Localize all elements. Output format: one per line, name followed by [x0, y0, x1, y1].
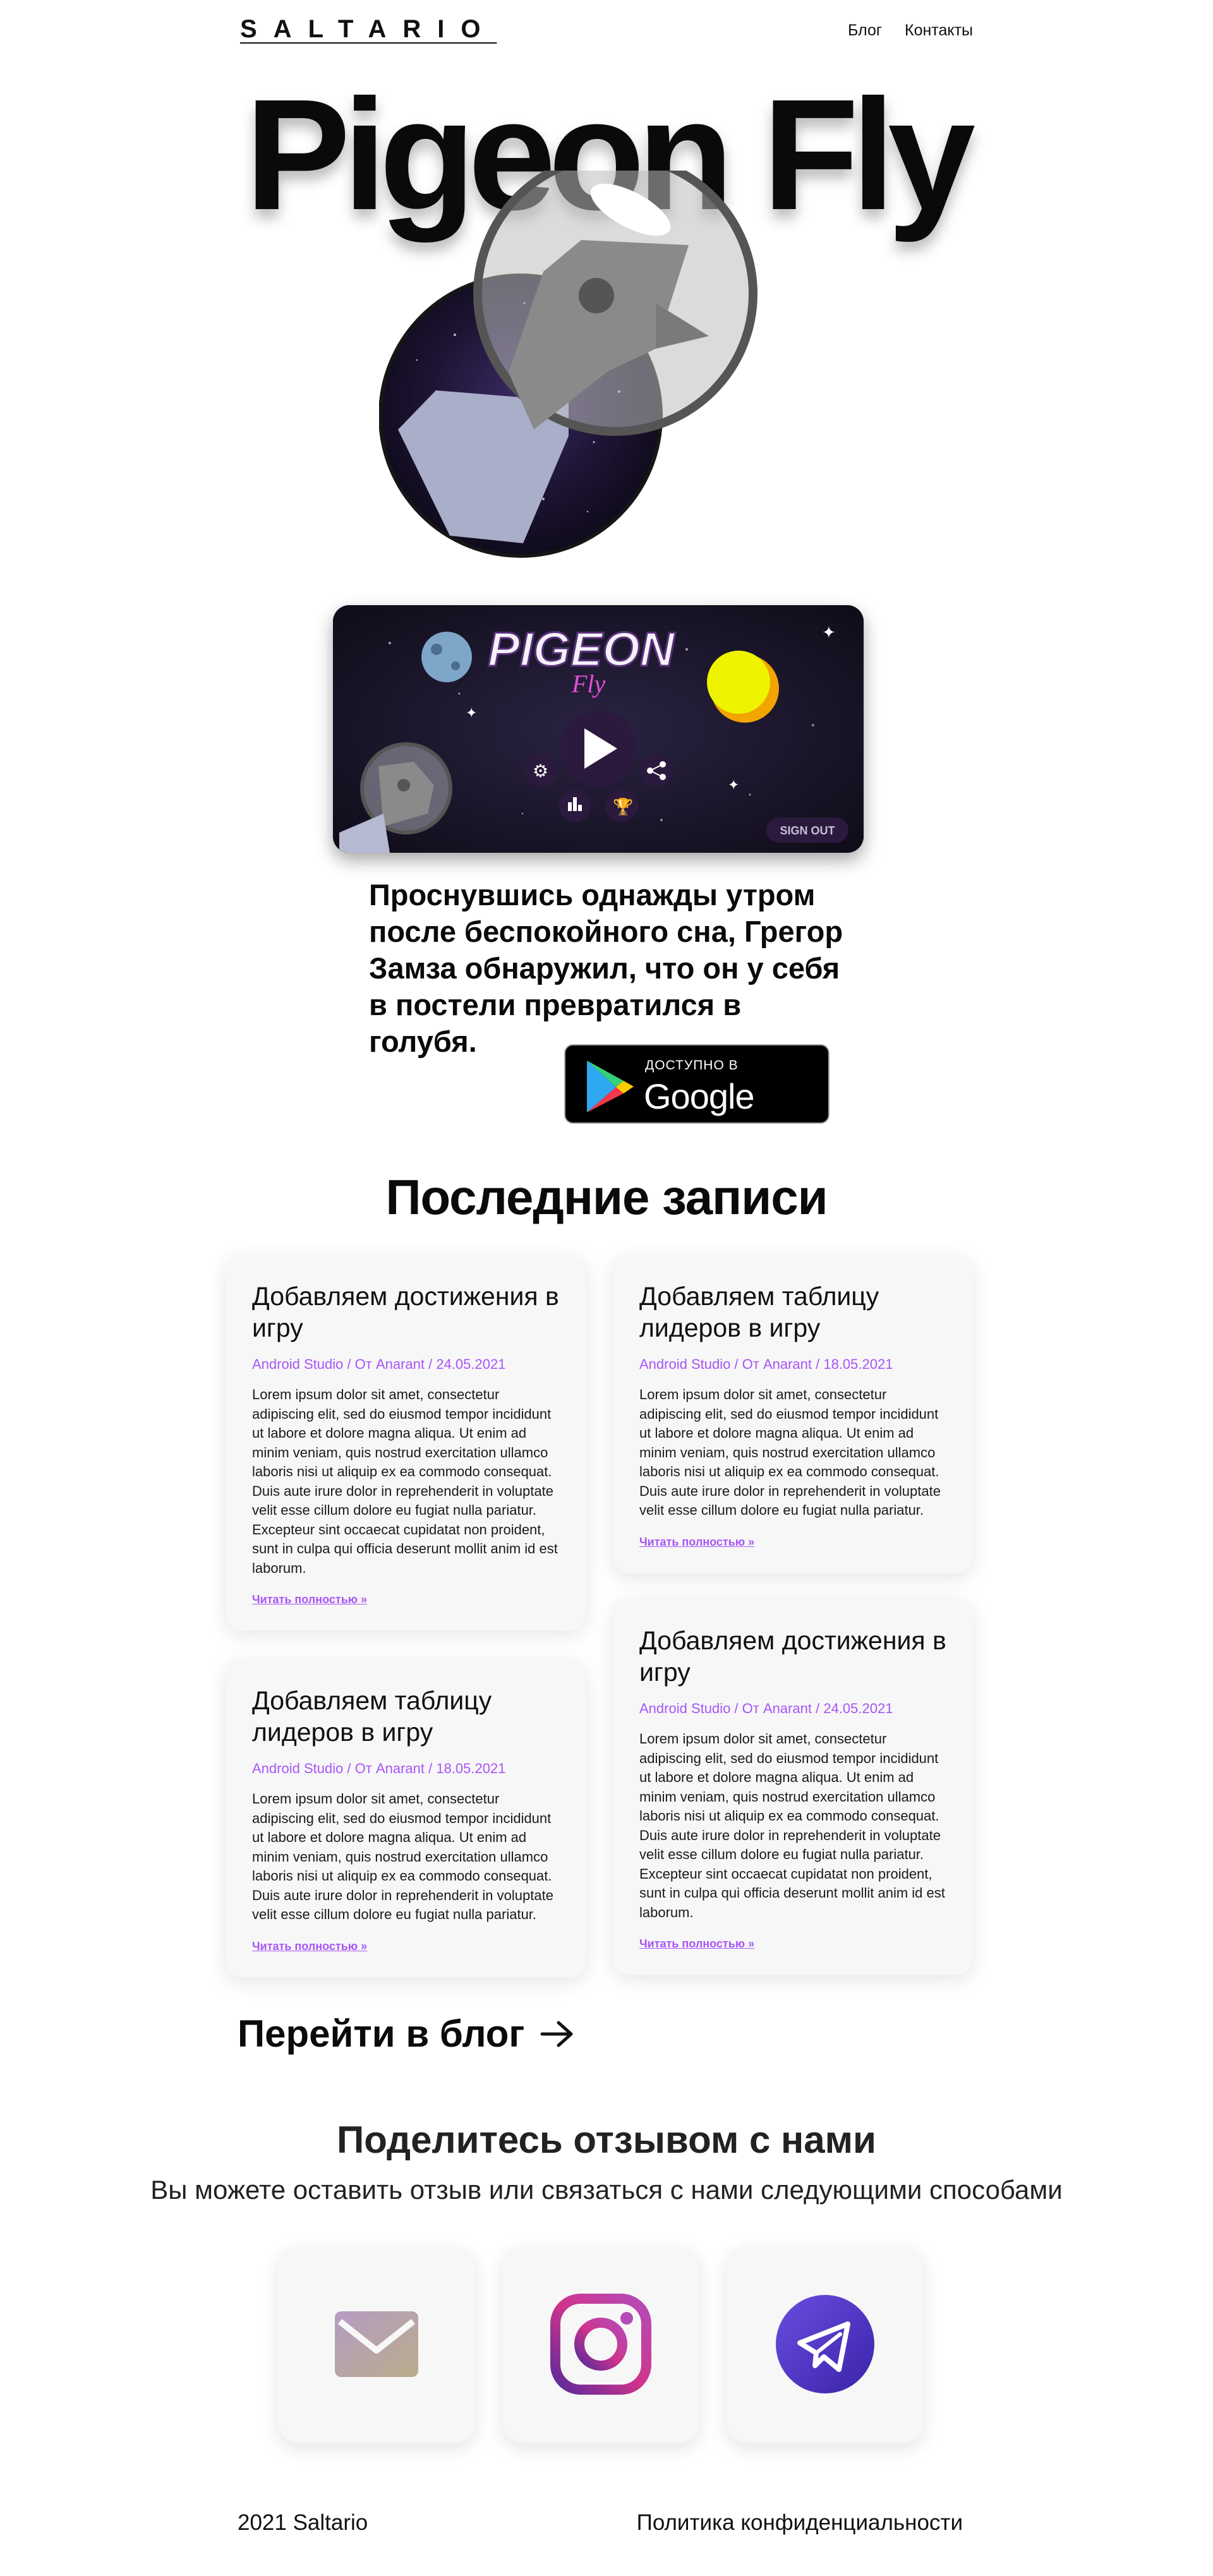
blog-card: Добавляем достижения в игру Android Stud… [226, 1254, 586, 1630]
game-screenshot: ✦ ✦ ✦ PIGEON Fly ⚙ 🏆 SIGN OUT [333, 605, 864, 853]
mail-icon [335, 2311, 418, 2377]
blog-card-meta: Android Studio / От Anarant / 24.05.2021 [252, 1356, 506, 1372]
google-play-label: Google Play [644, 1076, 755, 1157]
site-footer: 2021 Saltario Политика конфиденциальност… [238, 2510, 963, 2536]
contact-instagram-button[interactable] [502, 2246, 699, 2443]
read-more-link[interactable]: Читать полностью » [639, 1536, 754, 1549]
instagram-icon [550, 2294, 651, 2395]
svg-text:✦: ✦ [822, 623, 836, 642]
blog-card: Добавляем достижения в игру Android Stud… [613, 1598, 973, 1975]
game-sign-out-text: SIGN OUT [780, 824, 835, 837]
contact-telegram-button[interactable] [727, 2246, 924, 2443]
svg-text:✦: ✦ [466, 706, 477, 721]
svg-text:🏆: 🏆 [613, 797, 633, 817]
site-logo[interactable]: SALTARIO [240, 15, 497, 44]
blog-card-body: Lorem ipsum dolor sit amet, consectetur … [252, 1791, 553, 1922]
telegram-icon [776, 2295, 874, 2393]
blog-card-body: Lorem ipsum dolor sit amet, consectetur … [252, 1387, 558, 1576]
blog-card-title[interactable]: Добавляем таблицу лидеров в игру [252, 1685, 559, 1748]
main-nav: Блог Контакты [848, 21, 973, 40]
go-to-blog-label: Перейти в блог [238, 2013, 525, 2055]
google-play-badge[interactable]: ДОСТУПНО В Google Play [564, 1044, 830, 1157]
blog-card-body: Lorem ipsum dolor sit amet, consectetur … [639, 1731, 945, 1920]
blog-card-title[interactable]: Добавляем достижения в игру [252, 1280, 559, 1344]
hero-tagline: Проснувшись однажды утром после беспокой… [369, 878, 843, 1058]
svg-text:✦: ✦ [728, 778, 739, 793]
blog-card-title[interactable]: Добавляем достижения в игру [639, 1625, 946, 1688]
nav-link-contacts[interactable]: Контакты [905, 21, 973, 40]
contact-mail-button[interactable] [278, 2246, 475, 2443]
game-logo-subtext: Fly [571, 670, 606, 698]
nav-link-blog[interactable]: Блог [848, 21, 882, 40]
site-header: SALTARIO Блог Контакты [240, 15, 973, 47]
google-play-icon [587, 1061, 634, 1112]
blog-card: Добавляем таблицу лидеров в игру Android… [226, 1658, 586, 1978]
go-to-blog-link[interactable]: Перейти в блог [238, 2012, 575, 2055]
svg-text:⚙: ⚙ [533, 761, 548, 781]
privacy-policy-link[interactable]: Политика конфиденциальности [637, 2510, 963, 2536]
latest-posts-title: Последние записи [385, 1169, 828, 1225]
blog-card-meta: Android Studio / От Anarant / 18.05.2021 [639, 1356, 893, 1372]
feedback-title: Поделитесь отзывом с нами [337, 2119, 876, 2161]
blog-card-body: Lorem ipsum dolor sit amet, consectetur … [639, 1387, 941, 1518]
blog-card-meta: Android Studio / От Anarant / 18.05.2021 [252, 1760, 506, 1776]
read-more-link[interactable]: Читать полностью » [252, 1940, 367, 1953]
read-more-link[interactable]: Читать полностью » [639, 1937, 754, 1951]
blog-card-title[interactable]: Добавляем таблицу лидеров в игру [639, 1280, 946, 1344]
game-logo-text: PIGEON [488, 623, 676, 677]
footer-copyright: 2021 Saltario [238, 2510, 368, 2535]
arrow-right-icon [540, 2021, 573, 2047]
blog-card: Добавляем таблицу лидеров в игру Android… [613, 1254, 973, 1574]
read-more-link[interactable]: Читать полностью » [252, 1593, 367, 1606]
hero-pigeon-illustration [378, 152, 771, 562]
feedback-subtitle: Вы можете оставить отзыв или связаться с… [150, 2175, 1063, 2205]
google-play-small-label: ДОСТУПНО В [645, 1058, 739, 1073]
blog-card-meta: Android Studio / От Anarant / 24.05.2021 [639, 1700, 893, 1716]
